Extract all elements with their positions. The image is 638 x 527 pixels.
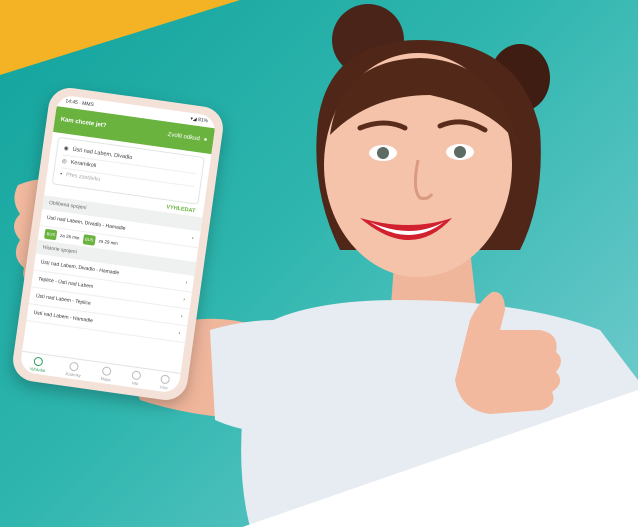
tab-tickets[interactable]: Jízdenky — [65, 360, 83, 378]
tab-map[interactable]: Mapa — [100, 365, 112, 382]
chevron-right-icon: › — [178, 330, 181, 337]
tab-search[interactable]: Vyhledat — [30, 356, 47, 373]
chevron-right-icon: › — [185, 279, 188, 286]
header-link[interactable]: Zvolit odkud — [167, 132, 200, 142]
bus-chip: BUS — [82, 234, 96, 246]
status-time: 14:45 · MMS — [64, 98, 95, 109]
user-icon[interactable]: ● — [203, 137, 207, 143]
chevron-right-icon: › — [191, 235, 194, 242]
via-icon: • — [59, 171, 63, 178]
info-icon — [131, 369, 142, 380]
search-icon — [33, 356, 44, 367]
status-icons: ▾◢ 81% — [189, 115, 209, 125]
bus-chip: BUS — [44, 228, 58, 241]
departure-time: za 29 min — [98, 238, 119, 246]
to-icon: ◎ — [61, 158, 68, 166]
departure-time: za 26 min — [59, 232, 80, 241]
map-icon — [101, 365, 112, 376]
from-icon: ◉ — [63, 145, 69, 153]
tab-info[interactable]: Info — [130, 369, 142, 386]
header-title: Kam chcete jet? — [60, 116, 107, 130]
tab-more[interactable]: Více — [159, 373, 171, 390]
chevron-right-icon: › — [180, 313, 183, 320]
phone-screen: 14:45 · MMS ▾◢ 81% Kam chcete jet? Zvoli… — [19, 94, 217, 394]
chevron-right-icon: › — [182, 296, 186, 303]
more-icon — [159, 373, 171, 384]
ticket-icon — [69, 360, 80, 372]
